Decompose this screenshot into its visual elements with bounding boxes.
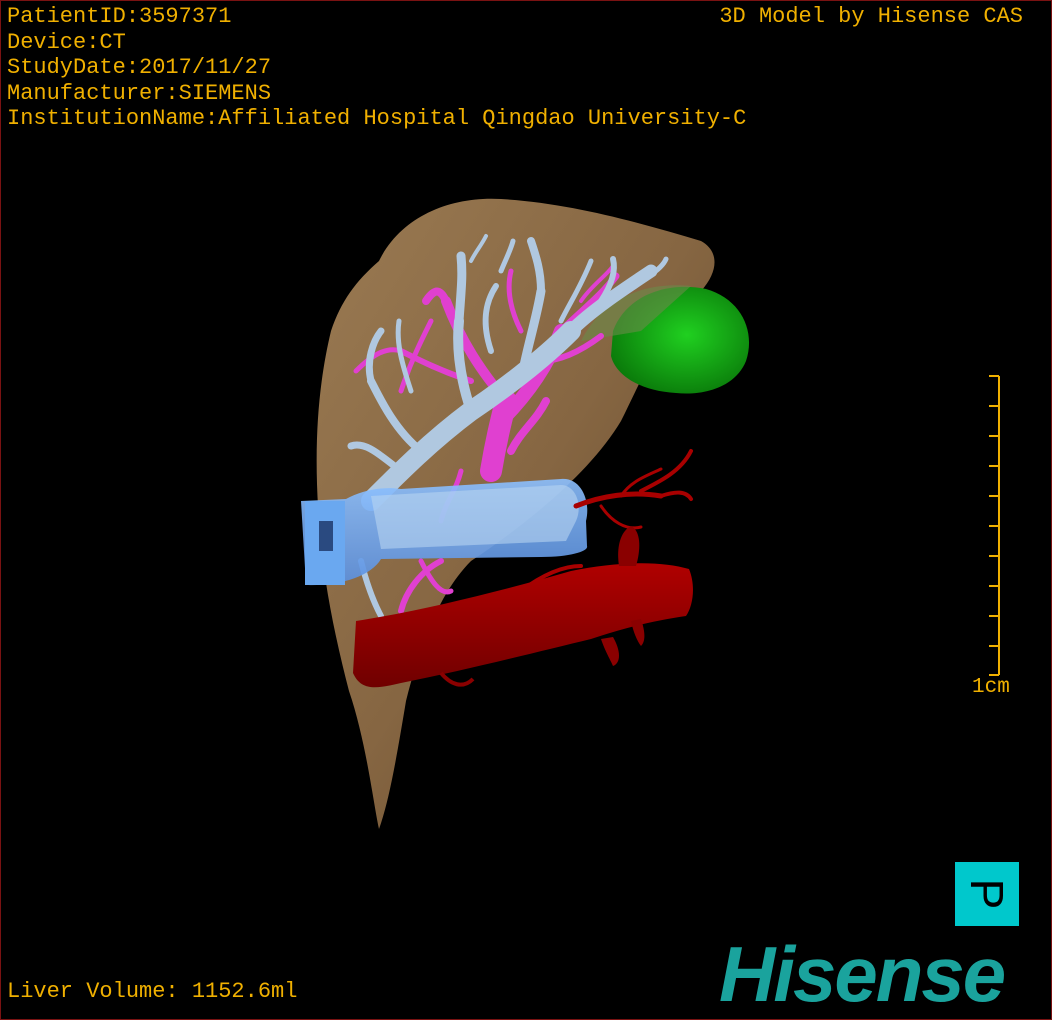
patient-id: PatientID:3597371 bbox=[7, 4, 232, 29]
device: Device:CT bbox=[7, 29, 126, 55]
orientation-label: P bbox=[961, 878, 1013, 910]
liver-volume: Liver Volume: 1152.6ml bbox=[7, 979, 298, 1004]
institution-name: InstitutionName:Affiliated Hospital Qing… bbox=[7, 106, 747, 131]
manufacturer: Manufacturer:SIEMENS bbox=[7, 80, 272, 106]
model-brand-text: 3D Model by Hisense CAS bbox=[719, 4, 1023, 29]
orientation-cube-button[interactable]: P bbox=[955, 862, 1019, 926]
3d-viewport[interactable]: PatientID:3597371 Device:CT StudyDate:20… bbox=[0, 0, 1052, 1020]
hisense-logo: Hisense bbox=[719, 930, 1006, 1018]
scale-label: 1cm bbox=[972, 676, 1010, 699]
patient-info-overlay: PatientID:3597371 Device:CT StudyDate:20… bbox=[7, 4, 746, 132]
scale-bar bbox=[989, 375, 1000, 676]
study-date: StudyDate:2017/11/27 bbox=[7, 55, 272, 80]
liver-3d-model[interactable] bbox=[1, 1, 1051, 1019]
